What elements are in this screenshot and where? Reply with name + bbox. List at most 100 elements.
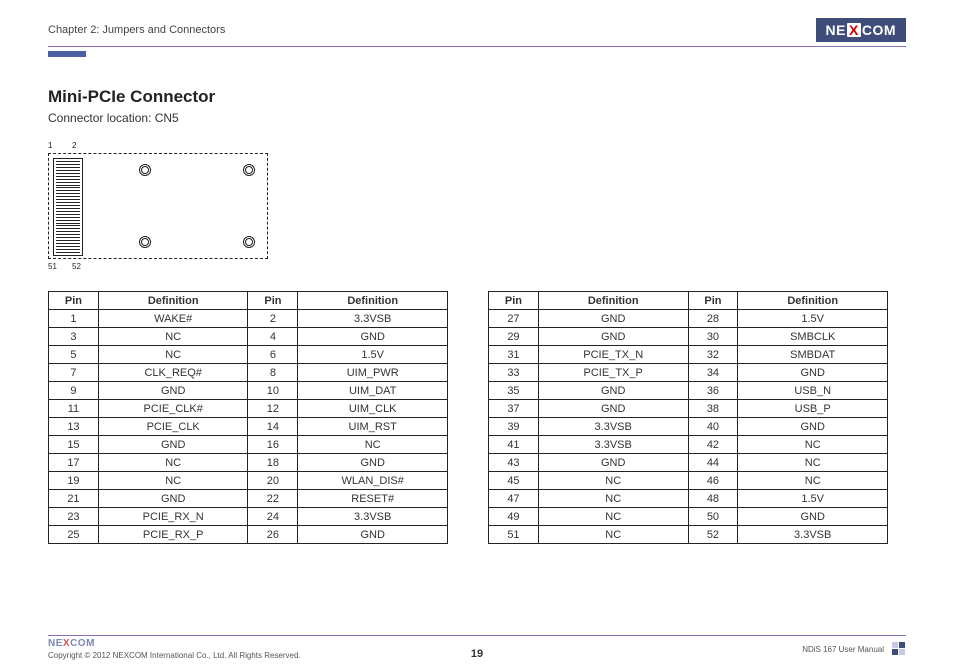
mount-hole-icon <box>243 164 255 176</box>
pin-cell: 7 <box>49 364 99 382</box>
pin-cell: 26 <box>248 526 298 544</box>
pin-cell: 19 <box>49 472 99 490</box>
definition-cell: 3.3VSB <box>298 310 448 328</box>
definition-cell: GND <box>98 490 248 508</box>
definition-cell: 3.3VSB <box>298 508 448 526</box>
pin-cell: 14 <box>248 418 298 436</box>
pin-cell: 9 <box>49 382 99 400</box>
table-header-definition: Definition <box>738 292 888 310</box>
definition-cell: NC <box>98 454 248 472</box>
table-row: 35GND36USB_N <box>489 382 888 400</box>
pin-cell: 20 <box>248 472 298 490</box>
table-row: 25PCIE_RX_P26GND <box>49 526 448 544</box>
definition-cell: NC <box>738 472 888 490</box>
table-row: 15GND16NC <box>49 436 448 454</box>
pin-cell: 34 <box>688 364 738 382</box>
definition-cell: NC <box>98 328 248 346</box>
pin-cell: 30 <box>688 328 738 346</box>
definition-cell: UIM_CLK <box>298 400 448 418</box>
table-row: 393.3VSB40GND <box>489 418 888 436</box>
definition-cell: GND <box>538 328 688 346</box>
table-row: 7CLK_REQ#8UIM_PWR <box>49 364 448 382</box>
pin-cell: 33 <box>489 364 539 382</box>
definition-cell: GND <box>738 418 888 436</box>
pin-cell: 25 <box>49 526 99 544</box>
pin-cell: 17 <box>49 454 99 472</box>
table-row: 33PCIE_TX_P34GND <box>489 364 888 382</box>
table-row: 17NC18GND <box>49 454 448 472</box>
definition-cell: USB_P <box>738 400 888 418</box>
pin-cell: 28 <box>688 310 738 328</box>
definition-cell: 3.3VSB <box>738 526 888 544</box>
definition-cell: NC <box>98 346 248 364</box>
pin-cell: 6 <box>248 346 298 364</box>
pin-cell: 24 <box>248 508 298 526</box>
pin-cell: 49 <box>489 508 539 526</box>
table-row: 49NC50GND <box>489 508 888 526</box>
pin-cell: 1 <box>49 310 99 328</box>
pin-cell: 16 <box>248 436 298 454</box>
pin-cell: 48 <box>688 490 738 508</box>
pin-cell: 45 <box>489 472 539 490</box>
definition-cell: PCIE_RX_N <box>98 508 248 526</box>
mount-hole-icon <box>139 236 151 248</box>
pin-cell: 13 <box>49 418 99 436</box>
pin-strip <box>53 158 83 256</box>
footer-logo: NEXCOM <box>48 638 95 649</box>
pin-cell: 40 <box>688 418 738 436</box>
copyright-text: Copyright © 2012 NEXCOM International Co… <box>48 651 301 660</box>
table-row: 31PCIE_TX_N32SMBDAT <box>489 346 888 364</box>
pin-cell: 47 <box>489 490 539 508</box>
definition-cell: GND <box>538 454 688 472</box>
definition-cell: PCIE_CLK# <box>98 400 248 418</box>
header-rule <box>48 46 906 47</box>
page-title: Mini-PCIe Connector <box>48 87 906 107</box>
table-row: 413.3VSB42NC <box>489 436 888 454</box>
footer-squares-icon <box>892 642 906 656</box>
pinout-table-right: Pin Definition Pin Definition 27GND281.5… <box>488 291 888 544</box>
pin-cell: 21 <box>49 490 99 508</box>
table-header-pin: Pin <box>248 292 298 310</box>
definition-cell: CLK_REQ# <box>98 364 248 382</box>
pinout-table-left: Pin Definition Pin Definition 1WAKE#23.3… <box>48 291 448 544</box>
definition-cell: GND <box>738 364 888 382</box>
table-row: 37GND38USB_P <box>489 400 888 418</box>
definition-cell: PCIE_CLK <box>98 418 248 436</box>
table-row: 3NC4GND <box>49 328 448 346</box>
definition-cell: SMBDAT <box>738 346 888 364</box>
pin-cell: 50 <box>688 508 738 526</box>
logo-text-right: COM <box>862 22 896 38</box>
definition-cell: NC <box>98 472 248 490</box>
pin-label-1: 1 <box>48 141 52 150</box>
pin-cell: 36 <box>688 382 738 400</box>
pin-cell: 10 <box>248 382 298 400</box>
table-row: 1WAKE#23.3VSB <box>49 310 448 328</box>
pin-cell: 42 <box>688 436 738 454</box>
table-header-definition: Definition <box>98 292 248 310</box>
table-header-pin: Pin <box>489 292 539 310</box>
pin-cell: 15 <box>49 436 99 454</box>
page-number: 19 <box>471 648 483 660</box>
pin-cell: 35 <box>489 382 539 400</box>
definition-cell: UIM_DAT <box>298 382 448 400</box>
definition-cell: 3.3VSB <box>538 418 688 436</box>
definition-cell: NC <box>738 436 888 454</box>
pin-cell: 18 <box>248 454 298 472</box>
definition-cell: NC <box>538 508 688 526</box>
definition-cell: GND <box>538 382 688 400</box>
table-header-definition: Definition <box>298 292 448 310</box>
connector-location: Connector location: CN5 <box>48 111 906 125</box>
pin-cell: 27 <box>489 310 539 328</box>
table-row: 29GND30SMBCLK <box>489 328 888 346</box>
definition-cell: WLAN_DIS# <box>298 472 448 490</box>
table-row: 11PCIE_CLK#12UIM_CLK <box>49 400 448 418</box>
definition-cell: RESET# <box>298 490 448 508</box>
pin-cell: 44 <box>688 454 738 472</box>
definition-cell: UIM_PWR <box>298 364 448 382</box>
table-row: 19NC20WLAN_DIS# <box>49 472 448 490</box>
definition-cell: GND <box>298 526 448 544</box>
pin-cell: 5 <box>49 346 99 364</box>
table-row: 5NC61.5V <box>49 346 448 364</box>
table-header-definition: Definition <box>538 292 688 310</box>
definition-cell: NC <box>738 454 888 472</box>
